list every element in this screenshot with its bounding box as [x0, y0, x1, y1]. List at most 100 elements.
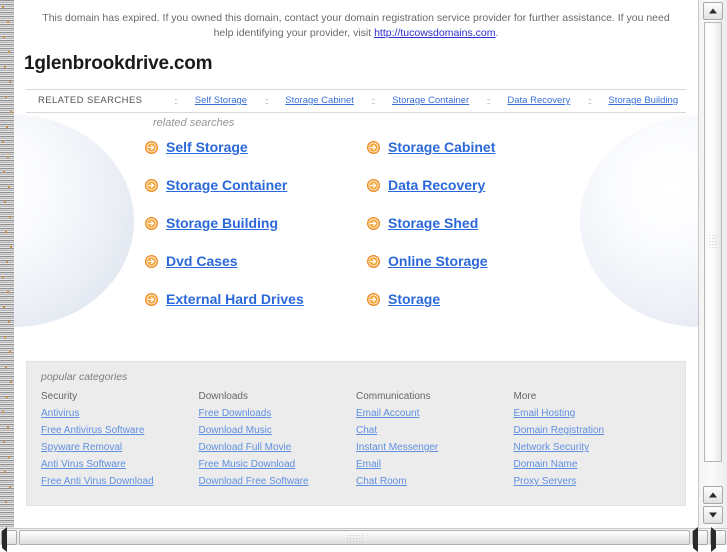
related-searches-caption: related searches	[153, 117, 235, 129]
nav-link-storage-building[interactable]: Storage Building	[608, 95, 678, 106]
scroll-right-button[interactable]	[710, 527, 726, 552]
cat-link-proxy-servers[interactable]: Proxy Servers	[514, 476, 672, 487]
related-searches-label: RELATED SEARCHES	[38, 95, 143, 106]
sliver-fleck	[2, 411, 4, 413]
cat-link-download-full-movie[interactable]: Download Full Movie	[199, 442, 357, 453]
arrow-circle-icon	[367, 178, 380, 192]
sliver-fleck	[2, 141, 4, 143]
sliver-fleck	[5, 231, 7, 233]
sliver-fleck	[8, 456, 10, 458]
related-links-grid: Self Storage Storage Cabinet Storage Con…	[145, 139, 585, 307]
cat-link-network-security[interactable]: Network Security	[514, 442, 672, 453]
arrow-circle-icon	[145, 216, 158, 230]
sliver-fleck	[7, 426, 9, 428]
cat-link-anti-virus-software[interactable]: Anti Virus Software	[41, 459, 199, 470]
related-link-item[interactable]: Online Storage	[367, 253, 585, 269]
chevron-up-icon	[709, 492, 717, 498]
grip-icon	[708, 234, 718, 250]
category-column-communications: Communications Email Account Chat Instan…	[356, 391, 514, 493]
nav-link-self-storage[interactable]: Self Storage	[195, 95, 247, 106]
cat-link-download-free-software[interactable]: Download Free Software	[199, 476, 357, 487]
cat-link-chat-room[interactable]: Chat Room	[356, 476, 514, 487]
sliver-fleck	[3, 441, 5, 443]
related-link-item[interactable]: Storage Cabinet	[367, 139, 585, 155]
cat-link-domain-registration[interactable]: Domain Registration	[514, 425, 672, 436]
horizontal-scrollbar-thumb[interactable]	[19, 530, 690, 545]
sliver-fleck	[4, 471, 6, 473]
arrow-circle-icon	[367, 292, 380, 306]
link-online-storage[interactable]: Online Storage	[388, 253, 488, 269]
chevron-up-icon	[709, 8, 717, 14]
vertical-scrollbar-thumb[interactable]	[704, 22, 722, 462]
chevron-right-icon	[711, 527, 716, 552]
nav-link-storage-cabinet[interactable]: Storage Cabinet	[285, 95, 354, 106]
scroll-left-button[interactable]	[1, 527, 17, 552]
related-link-item[interactable]: Storage Container	[145, 177, 367, 193]
link-storage-cabinet[interactable]: Storage Cabinet	[388, 139, 495, 155]
cat-link-download-music[interactable]: Download Music	[199, 425, 357, 436]
related-link-item[interactable]: Storage Building	[145, 215, 367, 231]
vertical-scrollbar[interactable]	[698, 0, 727, 528]
scroll-left-button-right[interactable]	[692, 527, 708, 552]
related-link-item[interactable]: Storage	[367, 291, 585, 307]
link-dvd-cases[interactable]: Dvd Cases	[166, 253, 238, 269]
category-heading: Security	[41, 391, 78, 402]
sliver-fleck	[6, 126, 8, 128]
sliver-fleck	[5, 366, 7, 368]
link-storage-shed[interactable]: Storage Shed	[388, 215, 478, 231]
link-external-hard-drives[interactable]: External Hard Drives	[166, 291, 304, 307]
decorative-orb-left	[14, 115, 134, 327]
related-link-item[interactable]: External Hard Drives	[145, 291, 367, 307]
cat-link-spyware-removal[interactable]: Spyware Removal	[41, 442, 199, 453]
cat-link-free-downloads[interactable]: Free Downloads	[199, 408, 357, 419]
cat-link-free-antivirus-software[interactable]: Free Antivirus Software	[41, 425, 199, 436]
related-link-item[interactable]: Storage Shed	[367, 215, 585, 231]
nav-link-storage-container[interactable]: Storage Container	[392, 95, 469, 106]
link-storage[interactable]: Storage	[388, 291, 440, 307]
related-link-item[interactable]: Dvd Cases	[145, 253, 367, 269]
cat-link-free-music-download[interactable]: Free Music Download	[199, 459, 357, 470]
link-data-recovery[interactable]: Data Recovery	[388, 177, 485, 193]
sliver-fleck	[6, 396, 8, 398]
grip-icon	[345, 533, 364, 542]
chevron-left-icon	[2, 527, 7, 552]
arrow-circle-icon	[145, 140, 158, 154]
popular-categories-panel: popular categories Security Antivirus Fr…	[26, 361, 686, 506]
sliver-fleck	[10, 381, 12, 383]
category-column-security: Security Antivirus Free Antivirus Softwa…	[41, 391, 199, 493]
sliver-fleck	[3, 36, 5, 38]
scroll-up-button-bottom[interactable]	[703, 486, 723, 504]
tucows-domains-link[interactable]: http://tucowsdomains.com	[374, 27, 495, 39]
cat-link-email-hosting[interactable]: Email Hosting	[514, 408, 672, 419]
cat-link-instant-messenger[interactable]: Instant Messenger	[356, 442, 514, 453]
scroll-down-button[interactable]	[703, 506, 723, 524]
sliver-fleck	[9, 216, 11, 218]
cat-link-email-account[interactable]: Email Account	[356, 408, 514, 419]
sliver-fleck	[5, 96, 7, 98]
related-searches-main: related searches Self Storage Storage Ca…	[14, 113, 698, 351]
link-self-storage[interactable]: Self Storage	[166, 139, 248, 155]
notice-text-before: This domain has expired. If you owned th…	[42, 12, 670, 39]
horizontal-scrollbar[interactable]	[0, 527, 727, 552]
related-link-item[interactable]: Self Storage	[145, 139, 367, 155]
page-title: 1glenbrookdrive.com	[24, 53, 213, 74]
nav-link-data-recovery[interactable]: Data Recovery	[507, 95, 570, 106]
related-link-item[interactable]: Data Recovery	[367, 177, 585, 193]
cat-link-domain-name[interactable]: Domain Name	[514, 459, 672, 470]
cat-link-antivirus[interactable]: Antivirus	[41, 408, 199, 419]
sliver-fleck	[9, 486, 11, 488]
separator-icon: ::	[264, 95, 269, 106]
sliver-fleck	[4, 336, 6, 338]
link-storage-building[interactable]: Storage Building	[166, 215, 278, 231]
separator-icon: ::	[371, 95, 376, 106]
page-content: This domain has expired. If you owned th…	[14, 0, 698, 528]
category-heading: Downloads	[198, 391, 248, 402]
sliver-fleck	[7, 291, 9, 293]
cat-link-free-anti-virus-download[interactable]: Free Anti Virus Download	[41, 476, 199, 487]
link-storage-container[interactable]: Storage Container	[166, 177, 287, 193]
scroll-up-button[interactable]	[703, 2, 723, 20]
cat-link-email[interactable]: Email	[356, 459, 514, 470]
decorative-orb-right	[580, 115, 698, 327]
cat-link-chat[interactable]: Chat	[356, 425, 514, 436]
chevron-down-icon	[709, 512, 717, 518]
